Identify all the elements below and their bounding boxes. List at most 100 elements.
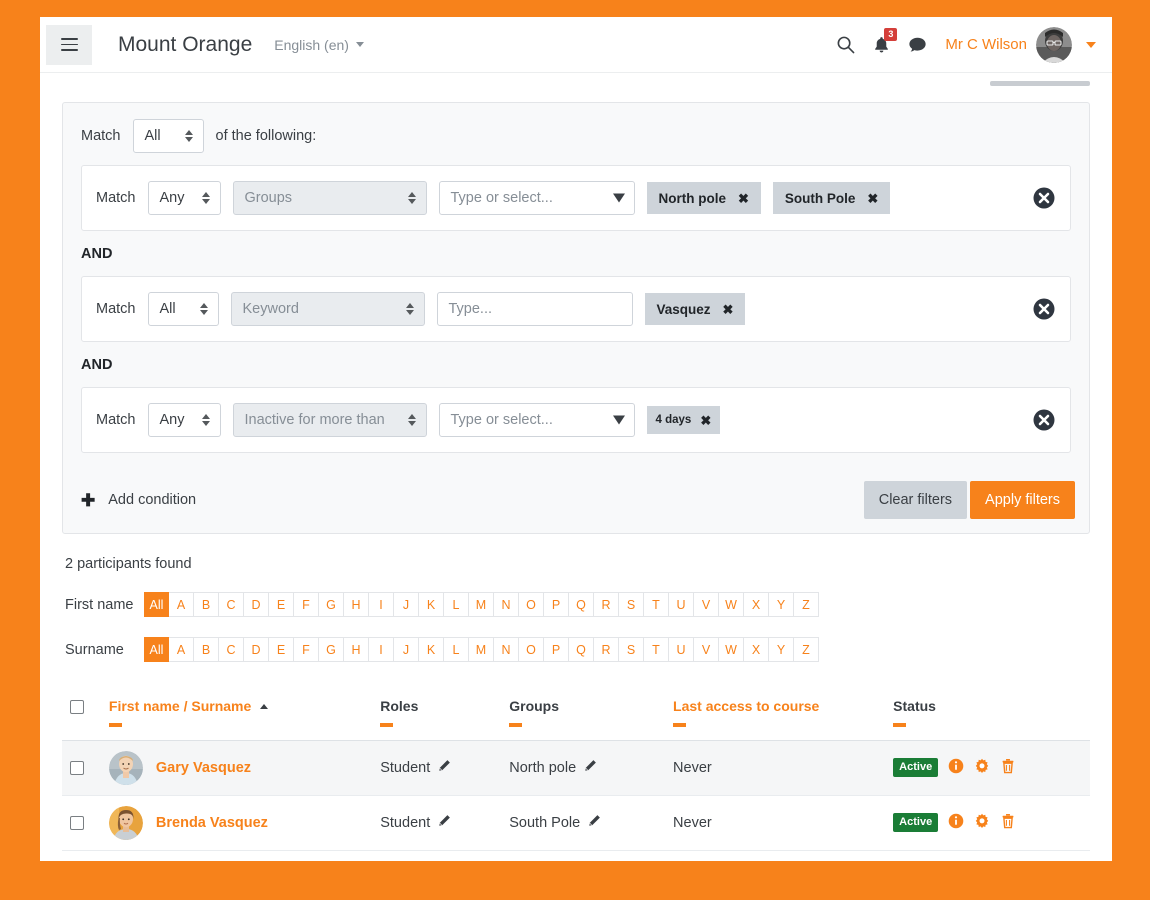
firstname-initial-h[interactable]: H [344,592,369,617]
surname-initial-b[interactable]: B [194,637,219,662]
condition-type-select[interactable]: Inactive for more than [233,403,427,437]
apply-filters-button[interactable]: Apply filters [970,481,1075,519]
firstname-initial-f[interactable]: F [294,592,319,617]
surname-initial-s[interactable]: S [619,637,644,662]
surname-initial-a[interactable]: A [169,637,194,662]
firstname-initial-d[interactable]: D [244,592,269,617]
firstname-initial-i[interactable]: I [369,592,394,617]
enrolment-info-icon[interactable] [948,813,964,833]
remove-condition-icon[interactable] [1032,408,1056,432]
remove-condition-icon[interactable] [1032,297,1056,321]
user-menu[interactable]: Mr C Wilson [945,27,1072,63]
firstname-initial-all[interactable]: All [144,592,169,617]
surname-initial-n[interactable]: N [494,637,519,662]
firstname-initial-q[interactable]: Q [569,592,594,617]
edit-roles-pencil-icon[interactable] [438,814,451,831]
condition-value-input[interactable]: Type or select... [439,403,635,437]
firstname-initial-g[interactable]: G [319,592,344,617]
firstname-initial-z[interactable]: Z [794,592,819,617]
firstname-initial-t[interactable]: T [644,592,669,617]
language-menu[interactable]: English (en) [274,37,364,53]
search-icon[interactable] [827,27,863,63]
surname-initial-u[interactable]: U [669,637,694,662]
last-access-header-link[interactable]: Last access to course [673,698,819,714]
select-all-checkbox[interactable] [70,700,84,714]
firstname-initial-y[interactable]: Y [769,592,794,617]
edit-enrolment-gear-icon[interactable] [974,813,990,833]
surname-initial-g[interactable]: G [319,637,344,662]
edit-roles-pencil-icon[interactable] [438,759,451,776]
add-condition-button[interactable]: ✚ Add condition [81,492,196,509]
user-menu-chevron-icon[interactable] [1086,42,1096,48]
edit-groups-pencil-icon[interactable] [588,814,601,831]
surname-initial-f[interactable]: F [294,637,319,662]
surname-initial-k[interactable]: K [419,637,444,662]
surname-initial-o[interactable]: O [519,637,544,662]
surname-initial-q[interactable]: Q [569,637,594,662]
hamburger-icon[interactable] [46,25,92,65]
firstname-initial-p[interactable]: P [544,592,569,617]
enrolment-info-icon[interactable] [948,758,964,778]
firstname-initial-w[interactable]: W [719,592,744,617]
firstname-initial-s[interactable]: S [619,592,644,617]
surname-initial-h[interactable]: H [344,637,369,662]
firstname-initial-e[interactable]: E [269,592,294,617]
edit-enrolment-gear-icon[interactable] [974,758,990,778]
firstname-initial-m[interactable]: M [469,592,494,617]
condition-operator-select[interactable]: Any [148,403,221,437]
firstname-initial-v[interactable]: V [694,592,719,617]
firstname-initial-b[interactable]: B [194,592,219,617]
delete-enrolment-trash-icon[interactable] [1000,758,1016,778]
firstname-initial-x[interactable]: X [744,592,769,617]
surname-initial-r[interactable]: R [594,637,619,662]
surname-initial-i[interactable]: I [369,637,394,662]
surname-initial-y[interactable]: Y [769,637,794,662]
surname-initial-c[interactable]: C [219,637,244,662]
avatar [109,751,143,785]
row-checkbox[interactable] [70,816,84,830]
surname-initial-p[interactable]: P [544,637,569,662]
firstname-initial-r[interactable]: R [594,592,619,617]
delete-enrolment-trash-icon[interactable] [1000,813,1016,833]
name-header-link[interactable]: First name / Surname [109,698,268,714]
remove-tag-icon[interactable]: ✖ [867,192,878,205]
surname-initial-m[interactable]: M [469,637,494,662]
condition-value-input[interactable]: Type... [437,292,633,326]
surname-initial-w[interactable]: W [719,637,744,662]
firstname-initial-j[interactable]: J [394,592,419,617]
remove-condition-icon[interactable] [1032,186,1056,210]
user-profile-link[interactable]: Gary Vasquez [156,760,251,776]
firstname-initial-u[interactable]: U [669,592,694,617]
firstname-initial-a[interactable]: A [169,592,194,617]
firstname-initial-n[interactable]: N [494,592,519,617]
firstname-initial-k[interactable]: K [419,592,444,617]
condition-value-input[interactable]: Type or select... [439,181,635,215]
surname-initial-all[interactable]: All [144,637,169,662]
group-label: South Pole [509,815,580,831]
firstname-initial-c[interactable]: C [219,592,244,617]
surname-initial-l[interactable]: L [444,637,469,662]
firstname-initial-l[interactable]: L [444,592,469,617]
condition-type-select[interactable]: Groups [233,181,427,215]
surname-initial-x[interactable]: X [744,637,769,662]
condition-operator-select[interactable]: All [148,292,219,326]
surname-initial-v[interactable]: V [694,637,719,662]
match-all-select[interactable]: All [133,119,204,153]
edit-groups-pencil-icon[interactable] [584,759,597,776]
message-icon[interactable] [899,27,935,63]
condition-type-select[interactable]: Keyword [231,292,425,326]
user-profile-link[interactable]: Brenda Vasquez [156,815,268,831]
remove-tag-icon[interactable]: ✖ [738,192,749,205]
firstname-initial-o[interactable]: O [519,592,544,617]
bell-icon[interactable]: 3 [863,27,899,63]
surname-initial-t[interactable]: T [644,637,669,662]
row-checkbox[interactable] [70,761,84,775]
surname-initial-j[interactable]: J [394,637,419,662]
remove-tag-icon[interactable]: ✖ [723,303,734,316]
clear-filters-button[interactable]: Clear filters [864,481,967,519]
condition-operator-select[interactable]: Any [148,181,221,215]
surname-initial-z[interactable]: Z [794,637,819,662]
surname-initial-e[interactable]: E [269,637,294,662]
remove-tag-icon[interactable]: ✖ [700,414,711,427]
surname-initial-d[interactable]: D [244,637,269,662]
